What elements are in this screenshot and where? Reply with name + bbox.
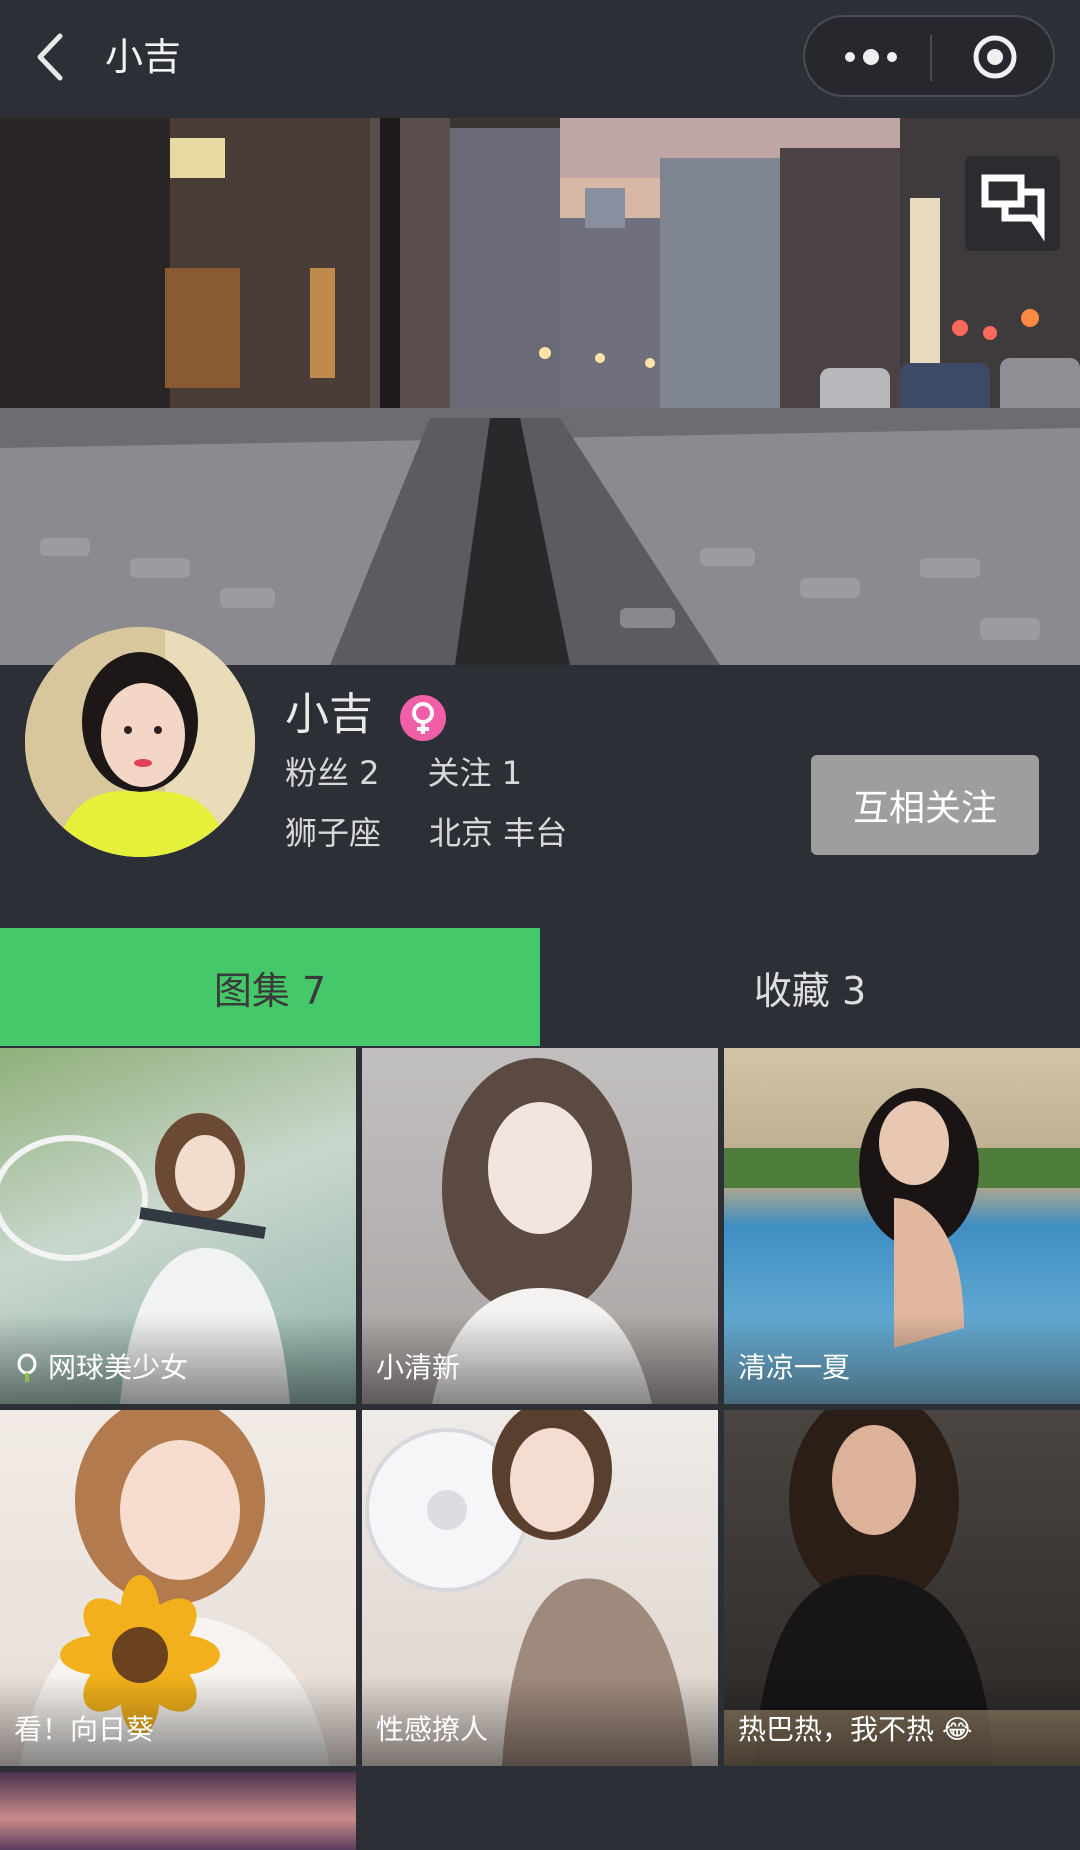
profile-info: 狮子座 北京 丰台 [285,811,615,855]
album-caption: 看！向日葵 [14,1712,154,1748]
album-cover-image [0,1772,356,1850]
female-icon [412,702,434,734]
album-title: 小清新 [376,1351,461,1384]
profile-section: 小吉 粉丝 2 关注 1 狮子座 北京 丰台 互相关注 [0,627,1080,928]
following-count[interactable]: 关注 1 [428,754,523,792]
mutual-follow-button[interactable]: 互相关注 [811,755,1039,855]
close-mini-program-button[interactable] [945,27,1045,87]
album-caption: 清凉一夏 [738,1350,850,1386]
album-caption: 小清新 [376,1350,460,1386]
message-icon [981,174,1045,242]
album-tile[interactable]: 小清新 [362,1048,718,1404]
laughing-emoji-icon: 😂 [942,1715,973,1745]
album-tile[interactable]: 清凉一夏 [724,1048,1080,1404]
message-button[interactable] [965,156,1060,251]
profile-name: 小吉 [285,689,373,740]
location-label: 北京 丰台 [429,814,568,852]
album-title: 热巴热，我不热 [738,1713,935,1746]
page-title: 小吉 [105,35,182,79]
tab-favorites[interactable]: 收藏 3 [540,928,1080,1046]
album-caption: 性感撩人 [376,1712,488,1748]
album-title: 看！向日葵 [14,1713,155,1746]
capsule-divider [930,35,932,81]
zodiac-label: 狮子座 [285,814,382,852]
more-dots-icon [845,49,897,65]
album-title: 性感撩人 [376,1713,489,1746]
page: 小吉 小吉 粉丝 2 关注 1 狮子座 北京 丰台 互相关注 图集 7 收藏 3… [0,0,1080,1850]
back-button[interactable] [28,24,88,90]
top-nav-bar: 小吉 [0,0,1080,118]
cover-image [0,118,1080,665]
album-tile[interactable]: 热巴热，我不热 😂 [724,1410,1080,1766]
chevron-left-icon [37,33,63,81]
album-caption: 热巴热，我不热 😂 [738,1712,972,1748]
tab-albums[interactable]: 图集 7 [0,928,540,1046]
follow-stats: 粉丝 2 关注 1 [285,751,570,795]
album-tile[interactable]: 性感撩人 [362,1410,718,1766]
street-scene-illustration [0,118,1080,665]
gender-badge [400,695,446,741]
avatar[interactable] [25,627,255,857]
avatar-portrait [25,627,255,857]
album-tile[interactable]: 网球美少女 [0,1048,356,1404]
fans-count[interactable]: 粉丝 2 [285,754,380,792]
content-tabs: 图集 7 收藏 3 [0,928,1080,1046]
album-gallery: 网球美少女 小清新 清凉一夏 看！向日葵 性感撩人 热巴热，我不热 😂 [0,1048,1080,1850]
album-tile[interactable] [0,1772,356,1850]
album-tile[interactable]: 看！向日葵 [0,1410,356,1766]
tennis-icon [17,1353,37,1382]
album-title: 网球美少女 [48,1351,189,1384]
album-caption: 网球美少女 [14,1350,188,1386]
target-circle-icon [973,35,1017,79]
album-title: 清凉一夏 [738,1351,851,1384]
more-button[interactable] [825,27,915,87]
mini-program-capsule [803,15,1055,97]
